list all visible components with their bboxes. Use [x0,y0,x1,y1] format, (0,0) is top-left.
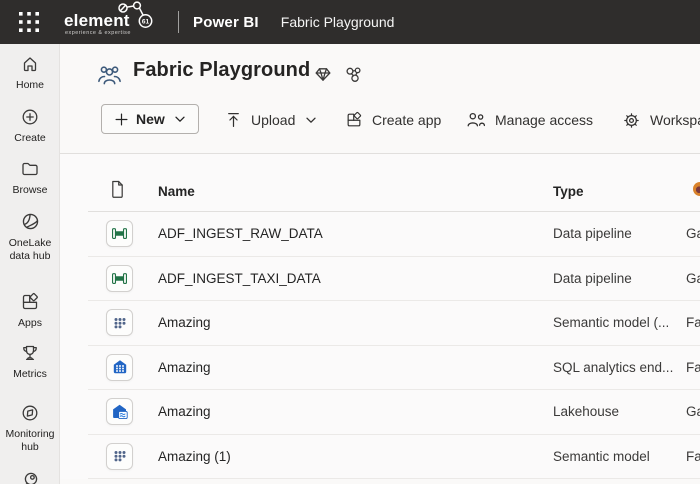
workspace-settings-button[interactable]: Workspace settings [622,104,700,136]
brand-molecule-icon: 61 [114,0,156,34]
topbar-context-title: Fabric Playground [281,14,395,30]
sql-analytics-endpoint-icon [106,354,133,381]
workspace-toolbar: New Upload Create app Manage access Work… [60,104,700,138]
sidebar-item-browse[interactable]: Browse [0,159,60,197]
item-name[interactable]: Amazing (1) [158,449,231,464]
lakehouse-icon [106,398,133,425]
sidebar-item-metrics[interactable]: Metrics [0,343,60,381]
table-row[interactable]: ADF_INGEST_TAXI_DATA Data pipeline Ga [60,257,700,302]
create-app-icon [345,111,363,129]
item-type: Data pipeline [553,271,632,286]
waffle-icon[interactable] [14,7,44,37]
item-owner: Fa [686,449,700,464]
people-icon [466,111,486,129]
item-owner: Fa [686,315,700,330]
table-header: Name Type [60,154,700,212]
item-name[interactable]: Amazing [158,404,211,419]
chevron-down-icon [175,116,185,123]
sidebar-item-onelake-data-hub[interactable]: OneLake data hub [0,211,60,263]
semantic-model-icon [106,309,133,336]
item-name[interactable]: ADF_INGEST_TAXI_DATA [158,271,321,286]
browse-icon [20,159,40,179]
item-owner: Ga [686,404,700,419]
table-row[interactable]: ADF_INGEST_RAW_DATA Data pipeline Ga [60,212,700,257]
apps-icon [20,292,40,312]
page-title: Fabric Playground [133,59,310,82]
table-row[interactable]: Amazing Lakehouse Ga [60,390,700,435]
brand-caption: experience & expertise [65,30,131,36]
new-button[interactable]: New [101,104,199,134]
item-owner: Ga [686,271,700,286]
data-pipeline-icon [106,265,133,292]
brand-logo[interactable]: element 61 experience & expertise [64,5,152,39]
item-owner: Ga [686,226,700,241]
create-icon [20,107,40,127]
topbar-divider [178,11,179,33]
sidebar-item-monitoring-hub[interactable]: Monitoring hub [0,403,60,454]
metrics-icon [20,343,40,363]
owner-column-badge-icon [693,182,700,196]
premium-diamond-icon [314,65,332,83]
fabric-workspace-page: element 61 experience & expertise Power … [0,0,700,484]
item-list: ADF_INGEST_RAW_DATA Data pipeline Ga ADF… [60,212,700,479]
create-app-button[interactable]: Create app [345,104,441,136]
left-nav: Home Create Browse OneLake data hub Apps [0,44,60,484]
table-row[interactable]: Amazing (1) Semantic model Fa [60,435,700,480]
item-owner: Fa [686,360,700,375]
sidebar-item-home[interactable]: Home [0,54,60,92]
data-pipeline-icon [106,220,133,247]
workspace-avatar-icon [96,62,123,89]
item-type: Semantic model [553,449,650,464]
sidebar-item-apps[interactable]: Apps [0,292,60,330]
monitoring-icon [20,403,40,423]
item-type: Data pipeline [553,226,632,241]
item-type: Lakehouse [553,404,619,419]
item-type-column-icon [110,180,125,199]
gear-icon [622,111,641,130]
svg-text:61: 61 [142,18,150,25]
item-type: Semantic model (... [553,315,669,330]
item-name[interactable]: Amazing [158,360,211,375]
item-name[interactable]: Amazing [158,315,211,330]
sidebar-item-create[interactable]: Create [0,107,60,145]
topbar: element 61 experience & expertise Power … [0,0,700,44]
workspace-network-icon [344,65,363,84]
onelake-icon [20,211,41,232]
manage-access-button[interactable]: Manage access [466,104,593,136]
upload-icon [225,111,242,129]
table-row[interactable]: Amazing Semantic model (... Fa [60,301,700,346]
item-name[interactable]: ADF_INGEST_RAW_DATA [158,226,323,241]
column-header-type[interactable]: Type [553,184,584,199]
deployment-pipelines-icon [20,470,40,484]
sidebar-item-partial[interactable] [0,470,60,484]
item-type: SQL analytics end... [553,360,673,375]
chevron-down-icon [306,117,316,124]
semantic-model-icon [106,443,133,470]
table-row[interactable]: Amazing SQL analytics end... Fa [60,346,700,391]
plus-icon [115,113,128,126]
main-content: Fabric Playground New Upload Create app [60,44,700,484]
column-header-name[interactable]: Name [158,184,195,199]
product-name[interactable]: Power BI [193,14,259,31]
upload-button[interactable]: Upload [225,104,316,136]
home-icon [20,54,40,74]
